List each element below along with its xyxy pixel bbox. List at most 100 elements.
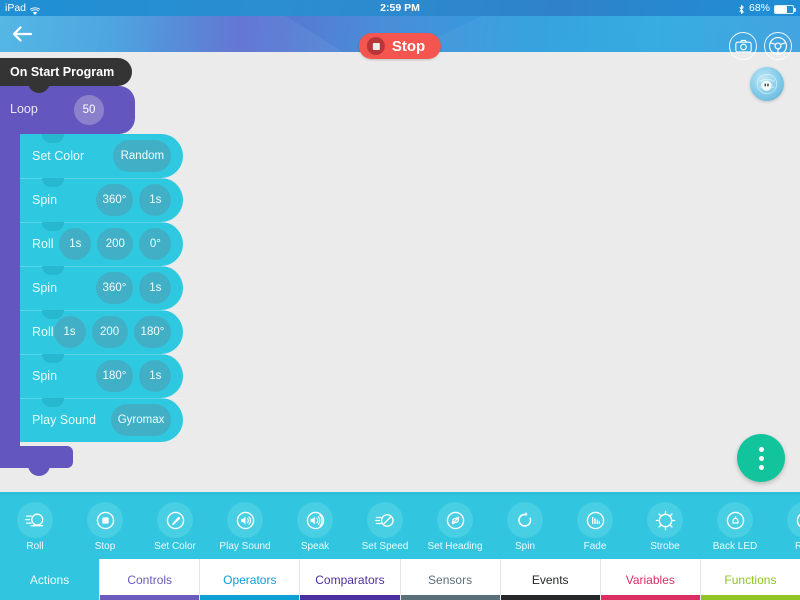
- action-block-params: 1s 200 0°: [59, 228, 172, 260]
- palette-item-set-speed[interactable]: Set Speed: [350, 502, 420, 552]
- block-palette[interactable]: Roll Stop Set Color Play Sound Speak Set Spee…: [0, 492, 800, 559]
- block-param[interactable]: 360°: [95, 184, 134, 216]
- more-vertical-icon-dot: [758, 455, 764, 461]
- tab-variables[interactable]: Variables: [600, 559, 701, 600]
- action-block[interactable]: Play Sound Gyromax: [20, 398, 184, 442]
- program-canvas[interactable]: On Start Program Loop 50 Set Color Random…: [0, 52, 800, 492]
- action-block-params: Random: [113, 140, 172, 172]
- action-block-label: Spin: [32, 281, 58, 295]
- tab-label: Comparators: [315, 572, 385, 587]
- action-block-label: Play Sound: [32, 413, 96, 427]
- block-param[interactable]: 0°: [139, 228, 172, 260]
- palette-item-label: Set Color: [154, 541, 196, 552]
- tab-label: Actions: [29, 572, 70, 587]
- block-param[interactable]: Random: [113, 140, 172, 172]
- tab-comparators[interactable]: Comparators: [300, 559, 401, 600]
- drive-wheel-icon[interactable]: [764, 32, 792, 60]
- palette-item-raw[interactable]: Raw: [770, 502, 800, 552]
- block-param[interactable]: 1s: [53, 316, 86, 348]
- action-block-label: Roll: [32, 325, 54, 339]
- block-param[interactable]: 1s: [139, 272, 172, 304]
- ios-status-bar: iPad 2:59 PM 68%: [0, 0, 800, 16]
- action-block-params: 360° 1s: [95, 184, 172, 216]
- action-block-params: Gyromax: [110, 404, 172, 436]
- palette-item-label: Speak: [300, 541, 330, 552]
- block-param[interactable]: 200: [97, 228, 134, 260]
- tab-label: Variables: [625, 572, 675, 587]
- back-arrow-icon[interactable]: [11, 24, 33, 44]
- tab-label: Operators: [223, 572, 277, 587]
- palette-item-spin[interactable]: Spin: [490, 502, 560, 552]
- tab-functions[interactable]: Functions: [700, 559, 800, 600]
- loop-count-param[interactable]: 50: [74, 95, 104, 125]
- palette-item-play-sound[interactable]: Play Sound: [210, 502, 280, 552]
- palette-item-back-led[interactable]: Back LED: [700, 502, 770, 552]
- tab-label: Controls: [127, 572, 173, 587]
- action-block-label: Roll: [32, 237, 54, 251]
- palette-item-set-color[interactable]: Set Color: [140, 502, 210, 552]
- loop-block[interactable]: Loop 50: [0, 79, 135, 476]
- block-param[interactable]: 180°: [95, 360, 134, 392]
- block-param[interactable]: Gyromax: [110, 404, 172, 436]
- camera-icon[interactable]: [729, 32, 757, 60]
- more-vertical-icon-dot: [758, 464, 764, 470]
- palette-item-set-heading[interactable]: Set Heading: [420, 502, 490, 552]
- status-bar-right: 68%: [738, 0, 796, 16]
- palette-item-roll[interactable]: Roll: [0, 502, 70, 552]
- stop-button[interactable]: Stop: [358, 33, 442, 59]
- hat-block-label: On Start Program: [10, 65, 115, 79]
- category-tab-bar[interactable]: Actions Controls Operators Comparators Senso…: [0, 559, 800, 600]
- tab-color-bar: [500, 595, 600, 600]
- action-block-label: Spin: [32, 193, 58, 207]
- block-param[interactable]: 1s: [139, 184, 172, 216]
- block-param[interactable]: 180°: [133, 316, 172, 348]
- play-sound-icon: [227, 502, 263, 538]
- block-notch: [42, 266, 64, 275]
- palette-item-label: Fade: [583, 541, 607, 552]
- tab-color-bar: [600, 595, 700, 600]
- action-block-label: Spin: [32, 369, 58, 383]
- loop-block-spine: [0, 134, 20, 446]
- raw-motor-icon: [787, 502, 800, 538]
- loop-block-header[interactable]: Loop 50: [0, 79, 135, 141]
- action-block[interactable]: Roll 1s 200 180°: [20, 310, 184, 354]
- action-block[interactable]: Spin 360° 1s: [20, 266, 184, 310]
- block-param[interactable]: 200: [91, 316, 128, 348]
- action-block[interactable]: Spin 360° 1s: [20, 178, 184, 222]
- palette-item-fade[interactable]: Fade: [560, 502, 630, 552]
- action-block[interactable]: Roll 1s 200 0°: [20, 222, 184, 266]
- tab-actions[interactable]: Actions: [0, 559, 101, 600]
- strobe-icon: [647, 502, 683, 538]
- app-root: iPad 2:59 PM 68% Stop On Start Program L…: [0, 0, 800, 600]
- block-notch: [42, 398, 64, 407]
- tab-controls[interactable]: Controls: [100, 559, 201, 600]
- speak-icon: [297, 502, 333, 538]
- tab-label: Events: [531, 572, 569, 587]
- palette-item-stop[interactable]: Stop: [70, 502, 140, 552]
- tab-sensors[interactable]: Sensors: [400, 559, 501, 600]
- palette-item-label: Strobe: [650, 541, 680, 552]
- block-param[interactable]: 1s: [59, 228, 92, 260]
- block-param[interactable]: 1s: [139, 360, 172, 392]
- stop-icon: [87, 502, 123, 538]
- more-options-fab[interactable]: [737, 434, 785, 482]
- clock: 2:59 PM: [380, 2, 420, 14]
- palette-item-strobe[interactable]: Strobe: [630, 502, 700, 552]
- sphero-robot-icon[interactable]: [750, 67, 784, 101]
- tab-events[interactable]: Events: [500, 559, 601, 600]
- block-stack[interactable]: Set Color Random Spin 360° 1s Roll 1s 200 0° Spin…: [20, 134, 184, 442]
- navbar-actions: [729, 32, 792, 60]
- tab-color-bar: [100, 595, 200, 600]
- tab-operators[interactable]: Operators: [200, 559, 301, 600]
- palette-item-speak[interactable]: Speak: [280, 502, 350, 552]
- palette-item-label: Stop: [94, 541, 116, 552]
- more-vertical-icon-dot: [758, 446, 764, 452]
- action-block[interactable]: Set Color Random: [20, 134, 184, 178]
- hat-block-on-start-program[interactable]: On Start Program: [0, 58, 132, 86]
- palette-item-label: Set Heading: [427, 541, 483, 552]
- action-block[interactable]: Spin 180° 1s: [20, 354, 184, 398]
- tab-color-bar: [200, 595, 300, 600]
- block-param[interactable]: 360°: [95, 272, 134, 304]
- loop-block-label: Loop: [10, 102, 38, 116]
- block-notch: [42, 178, 64, 187]
